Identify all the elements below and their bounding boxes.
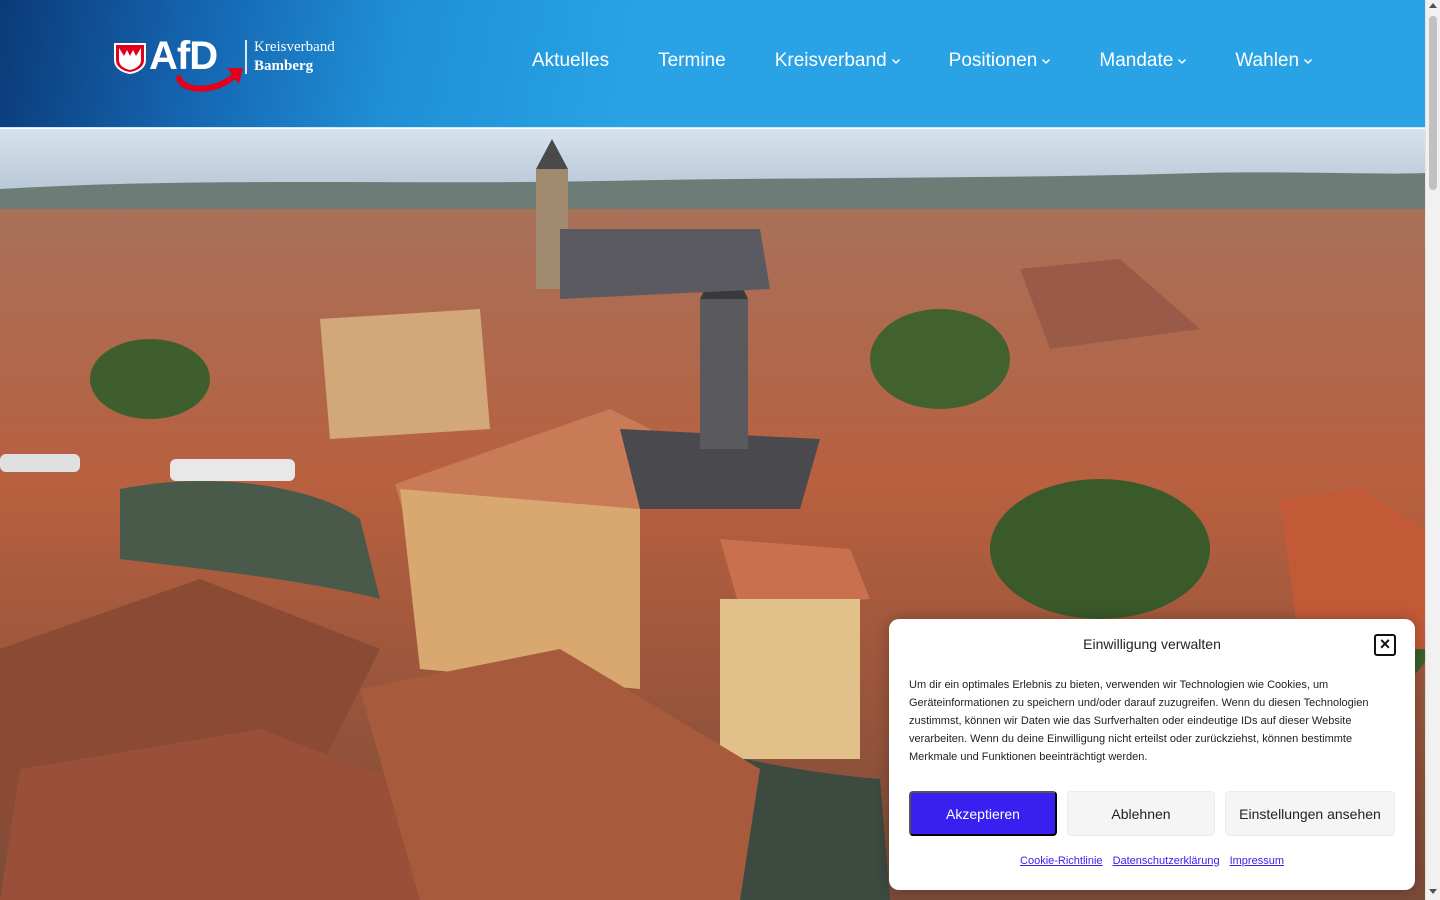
cookie-consent-dialog: Einwilligung verwalten × Um dir ein opti… — [889, 619, 1415, 890]
nav-item-mandate[interactable]: Mandate — [1099, 50, 1187, 72]
chevron-down-icon — [1178, 58, 1187, 65]
nav-label: Kreisverband — [774, 50, 887, 71]
accept-button[interactable]: Akzeptieren — [909, 791, 1057, 836]
site-logo[interactable]: AfD Kreisverband Bamberg — [113, 34, 353, 96]
nav-item-termine[interactable]: Termine — [658, 50, 726, 72]
nav-label: Aktuelles — [532, 50, 610, 71]
close-icon: × — [1379, 634, 1391, 654]
consent-links: Cookie-Richtlinie Datenschutzerklärung I… — [889, 855, 1415, 867]
nav-label: Mandate — [1099, 50, 1174, 71]
page-scrollbar[interactable] — [1425, 0, 1440, 900]
scroll-thumb[interactable] — [1429, 16, 1437, 190]
imprint-link[interactable]: Impressum — [1230, 855, 1284, 867]
privacy-policy-link[interactable]: Datenschutzerklärung — [1113, 855, 1220, 867]
consent-title: Einwilligung verwalten — [1083, 636, 1221, 652]
logo-line1: Kreisverband — [254, 39, 335, 55]
nav-item-aktuelles[interactable]: Aktuelles — [532, 50, 609, 72]
nav-item-kreisverband[interactable]: Kreisverband — [775, 50, 901, 72]
chevron-down-icon — [1304, 58, 1313, 65]
logo-swoosh-icon — [176, 68, 243, 92]
chevron-down-icon — [891, 58, 900, 65]
deny-button[interactable]: Ablehnen — [1067, 791, 1215, 836]
scroll-up-arrow-icon[interactable] — [1429, 3, 1437, 8]
nav-label: Positionen — [948, 50, 1038, 71]
nav-label: Termine — [658, 50, 726, 71]
nav-item-positionen[interactable]: Positionen — [949, 50, 1052, 72]
main-nav: Aktuelles Termine Kreisverband Positione… — [532, 50, 1313, 72]
chevron-down-icon — [1042, 58, 1051, 65]
scroll-down-arrow-icon[interactable] — [1429, 889, 1437, 894]
bavaria-shield-icon — [114, 43, 146, 74]
close-button[interactable]: × — [1374, 634, 1396, 656]
cookie-policy-link[interactable]: Cookie-Richtlinie — [1020, 855, 1103, 867]
nav-item-wahlen[interactable]: Wahlen — [1235, 50, 1313, 72]
logo-line2: Bamberg — [254, 58, 314, 74]
site-header: AfD Kreisverband Bamberg Aktuelles Termi… — [0, 0, 1425, 128]
consent-description: Um dir ein optimales Erlebnis zu bieten,… — [909, 679, 1369, 763]
nav-label: Wahlen — [1235, 50, 1300, 71]
logo-divider — [245, 40, 247, 74]
settings-button[interactable]: Einstellungen ansehen — [1225, 791, 1395, 836]
